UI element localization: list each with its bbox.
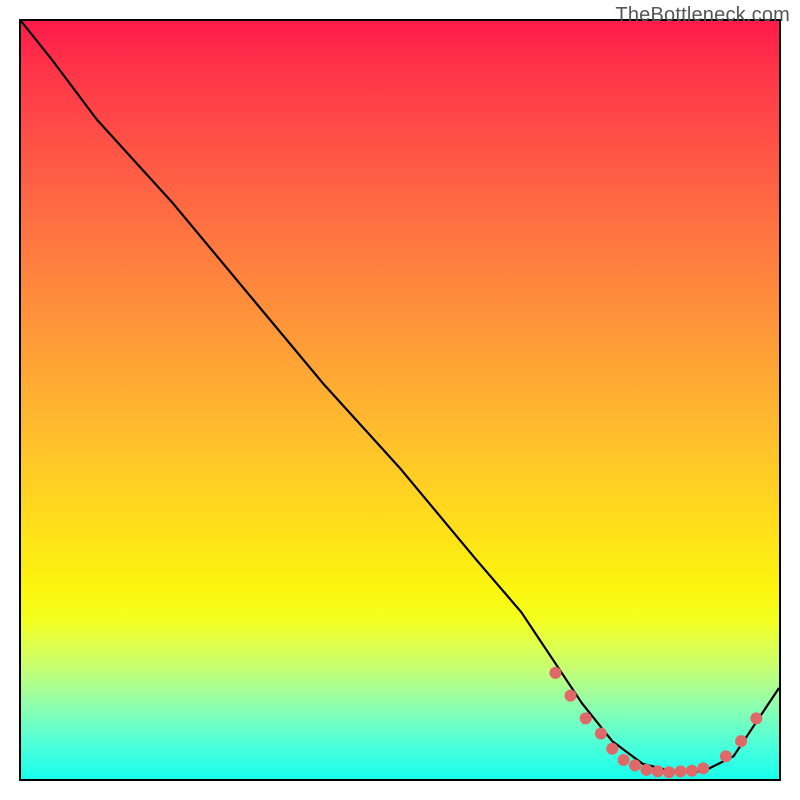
watermark-text: TheBottleneck.com bbox=[615, 4, 790, 27]
chart-plot-area bbox=[19, 19, 781, 781]
heat-gradient-background bbox=[21, 21, 779, 779]
